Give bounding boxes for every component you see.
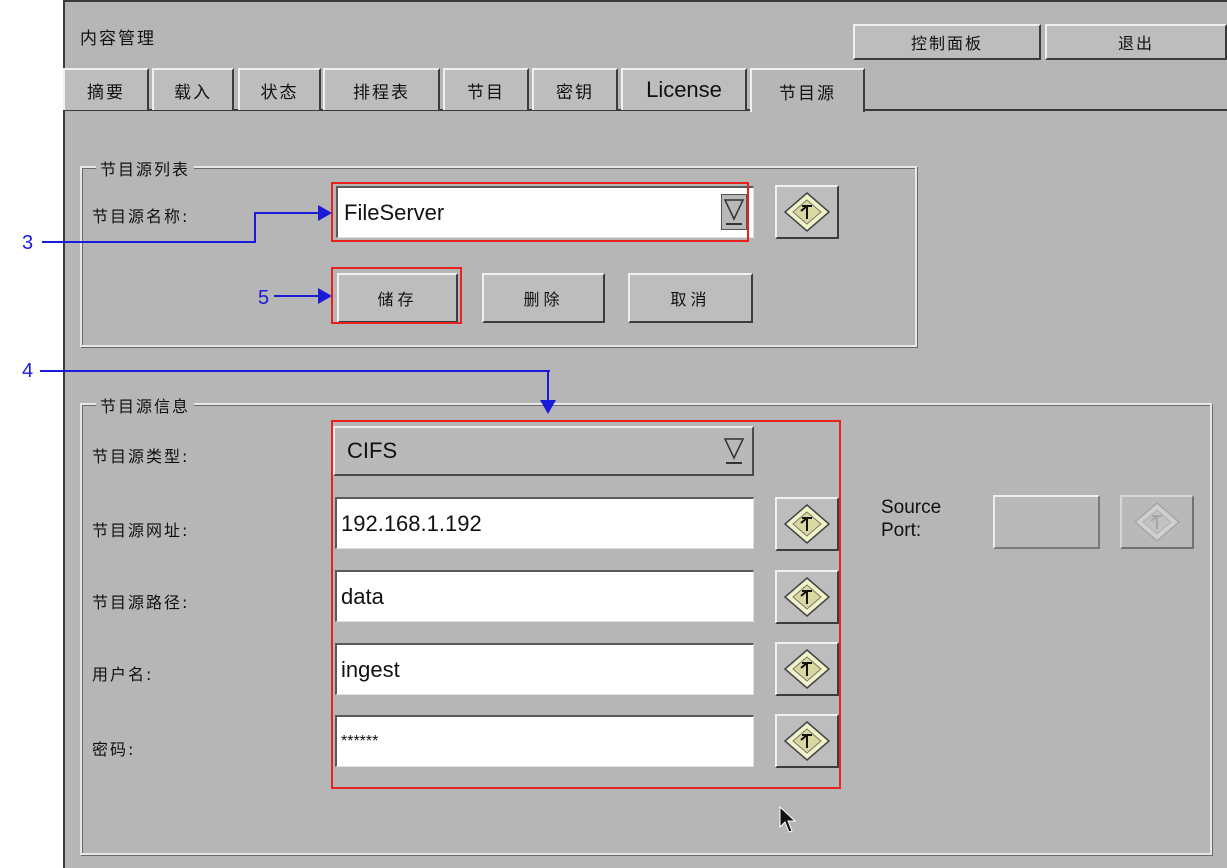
username-label: 用户名: [92, 665, 154, 684]
source-url-label: 节目源网址: [92, 521, 190, 540]
edit-keyboard-icon [1133, 502, 1181, 542]
highlight-box-source-info [331, 420, 841, 789]
source-port-label-line1: Source [881, 497, 942, 518]
tab-summary[interactable]: 摘要 [63, 68, 149, 110]
control-panel-button[interactable]: 控制面板 [853, 24, 1041, 60]
tab-status[interactable]: 状态 [238, 68, 321, 110]
source-port-input[interactable] [993, 495, 1100, 549]
source-name-label: 节目源名称: [92, 207, 190, 226]
edit-keyboard-icon [783, 192, 831, 232]
callout-4-line [40, 370, 550, 372]
callout-3: 3 [22, 232, 34, 254]
callout-5-arrow-icon [318, 288, 332, 304]
cancel-button[interactable]: 取消 [628, 273, 753, 323]
exit-button[interactable]: 退出 [1045, 24, 1227, 60]
callout-5-line [274, 295, 320, 297]
callout-3-arrow-icon [318, 205, 332, 221]
tab-license[interactable]: License [621, 68, 747, 110]
tab-program[interactable]: 节目 [443, 68, 529, 110]
source-path-label: 节目源路径: [92, 593, 190, 612]
source-name-keyboard-button[interactable] [775, 185, 839, 239]
callout-4-line-vertical [547, 370, 549, 402]
page-title: 内容管理 [80, 29, 156, 49]
mouse-pointer-icon [779, 806, 797, 833]
callout-3-line [42, 241, 256, 243]
source-list-legend: 节目源列表 [96, 156, 195, 180]
callout-5: 5 [258, 287, 270, 309]
callout-3-line-vertical [254, 212, 256, 243]
source-port-keyboard-button[interactable] [1120, 495, 1194, 549]
tab-program-source[interactable]: 节目源 [750, 68, 865, 112]
tab-load[interactable]: 载入 [152, 68, 234, 110]
highlight-box-save [331, 267, 462, 324]
callout-4: 4 [22, 360, 34, 382]
source-port-label-line2: Port: [881, 520, 922, 541]
callout-3-line-top [254, 212, 320, 214]
tab-keys[interactable]: 密钥 [532, 68, 618, 110]
tab-schedule[interactable]: 排程表 [323, 68, 440, 110]
source-info-legend: 节目源信息 [96, 393, 195, 417]
highlight-box-source-name [331, 182, 749, 242]
password-label: 密码: [92, 740, 136, 759]
delete-button[interactable]: 删除 [482, 273, 605, 323]
callout-4-arrow-icon [540, 400, 556, 414]
source-type-label: 节目源类型: [92, 447, 190, 466]
